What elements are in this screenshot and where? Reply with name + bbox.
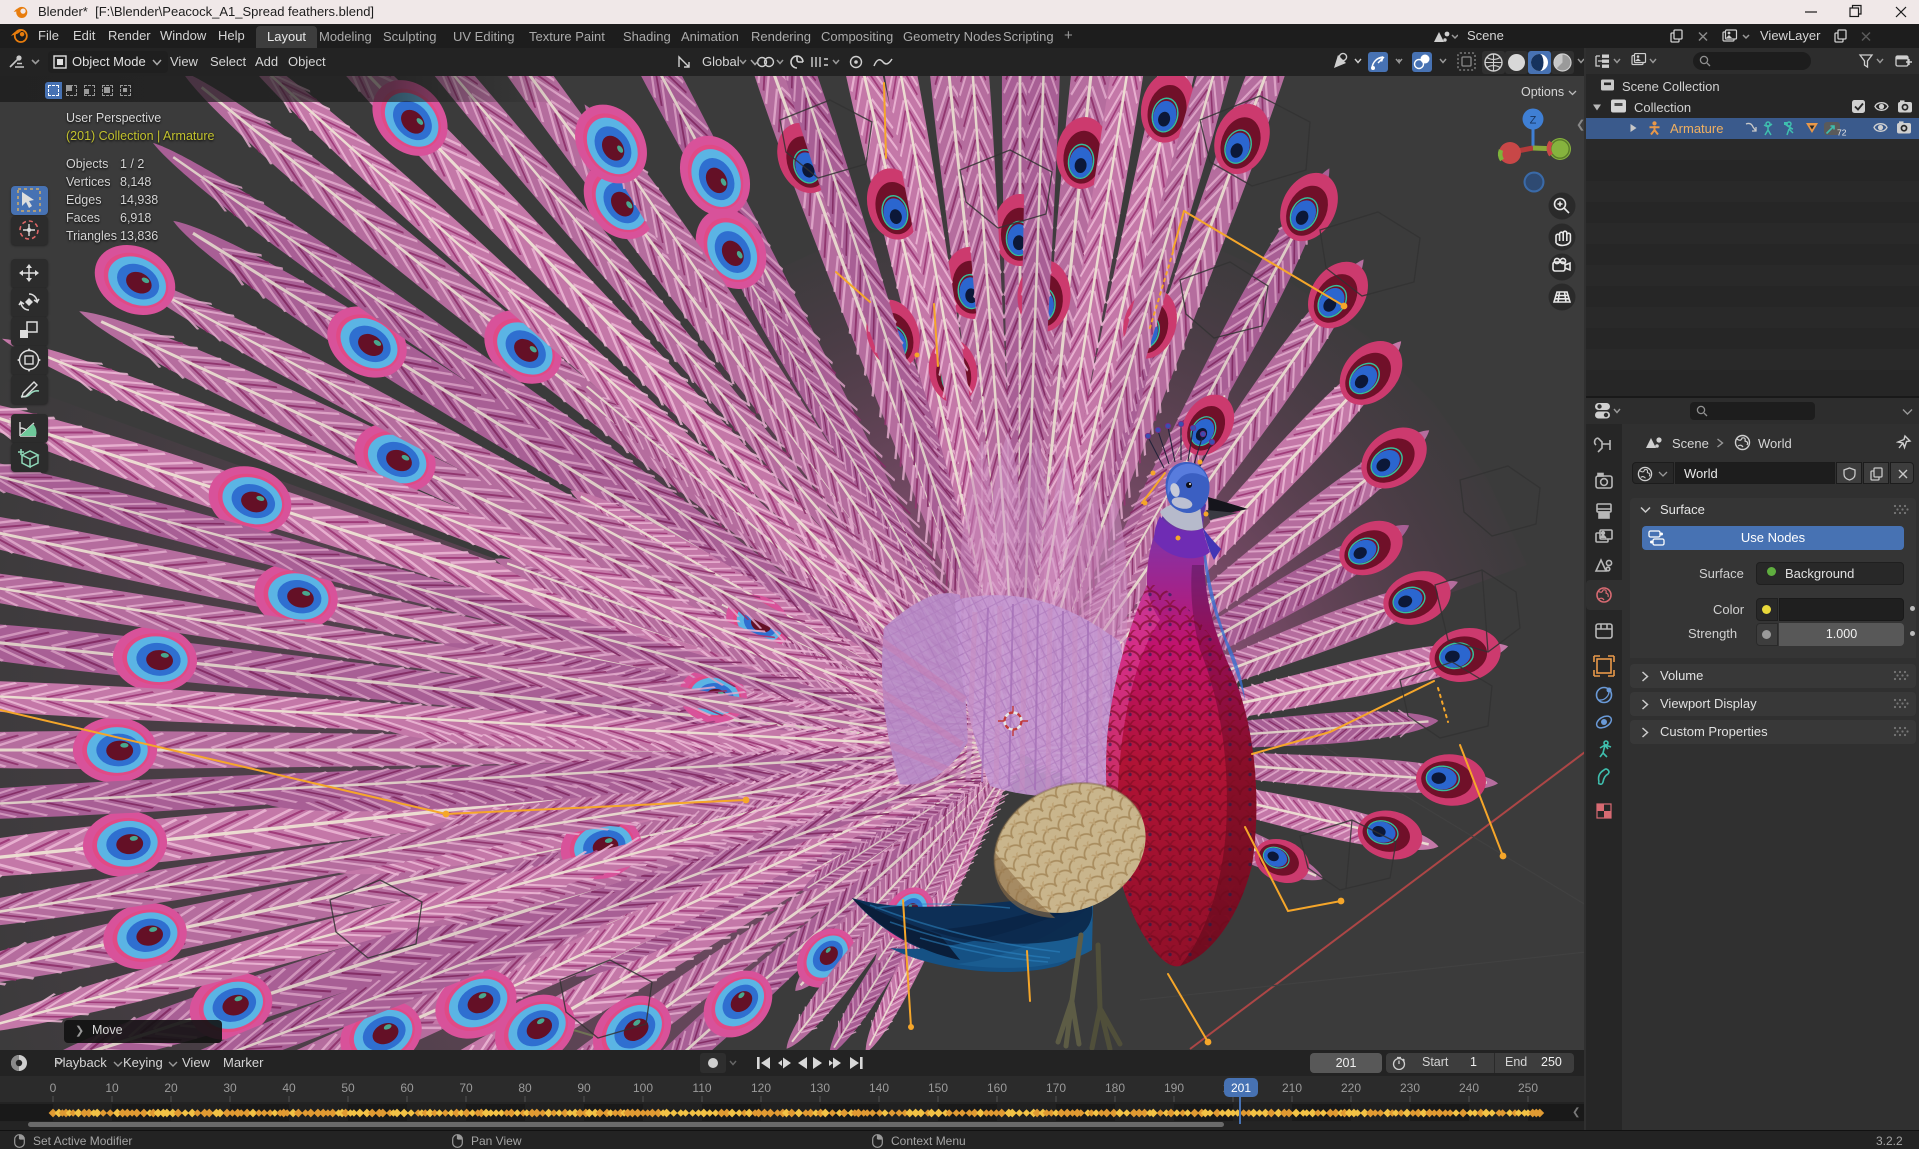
svg-text:190: 190 (1164, 1081, 1184, 1095)
svg-text:201: 201 (1231, 1081, 1251, 1095)
svg-text:240: 240 (1459, 1081, 1479, 1095)
svg-text:170: 170 (1046, 1081, 1066, 1095)
svg-text:230: 230 (1400, 1081, 1420, 1095)
svg-text:110: 110 (692, 1081, 711, 1095)
svg-text:210: 210 (1282, 1081, 1302, 1095)
svg-text:10: 10 (105, 1081, 119, 1095)
svg-text:100: 100 (633, 1081, 653, 1095)
svg-text:70: 70 (459, 1081, 473, 1095)
svg-text:140: 140 (869, 1081, 889, 1095)
svg-text:90: 90 (577, 1081, 591, 1095)
svg-text:80: 80 (518, 1081, 532, 1095)
svg-text:180: 180 (1105, 1081, 1125, 1095)
svg-text:20: 20 (164, 1081, 178, 1095)
svg-text:160: 160 (987, 1081, 1007, 1095)
svg-text:50: 50 (341, 1081, 355, 1095)
svg-text:Z: Z (1530, 115, 1537, 127)
svg-text:250: 250 (1518, 1081, 1538, 1095)
svg-text:150: 150 (928, 1081, 948, 1095)
svg-text:72: 72 (1837, 128, 1847, 138)
svg-text:0: 0 (50, 1081, 57, 1095)
svg-text:40: 40 (282, 1081, 296, 1095)
svg-text:30: 30 (223, 1081, 237, 1095)
svg-text:220: 220 (1341, 1081, 1361, 1095)
svg-text:120: 120 (751, 1081, 771, 1095)
svg-text:130: 130 (810, 1081, 830, 1095)
svg-text:60: 60 (400, 1081, 414, 1095)
